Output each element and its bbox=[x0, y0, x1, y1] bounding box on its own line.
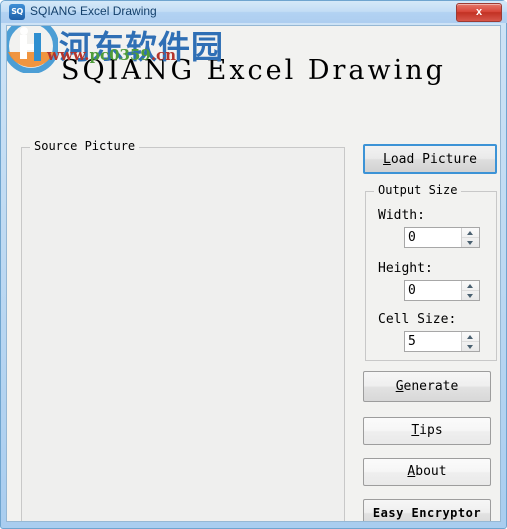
height-spin-down-button[interactable] bbox=[462, 291, 479, 300]
window-title: SQIANG Excel Drawing bbox=[30, 4, 157, 18]
chevron-up-icon bbox=[467, 335, 473, 339]
height-spin-up-button[interactable] bbox=[462, 281, 479, 291]
cell-size-input[interactable] bbox=[405, 332, 463, 351]
tips-accelerator: T bbox=[411, 423, 420, 438]
client-area: SQIANG Excel Drawing 河东软件园 www.pc0359.cn… bbox=[6, 25, 501, 522]
generate-label: enerate bbox=[403, 379, 459, 394]
source-picture-canvas[interactable] bbox=[24, 150, 342, 521]
load-picture-accelerator: L bbox=[383, 152, 391, 167]
chevron-down-icon bbox=[467, 345, 473, 349]
application-window: SQ SQIANG Excel Drawing x SQIANG Excel D… bbox=[0, 0, 507, 529]
chevron-down-icon bbox=[467, 294, 473, 298]
cell-size-spin-buttons[interactable] bbox=[461, 332, 479, 351]
cell-size-spin-up-button[interactable] bbox=[462, 332, 479, 342]
title-bar: SQ SQIANG Excel Drawing x bbox=[1, 1, 507, 23]
tips-label: ips bbox=[419, 423, 443, 438]
cell-size-label: Cell Size: bbox=[378, 312, 457, 327]
app-icon: SQ bbox=[9, 4, 25, 20]
cell-size-stepper[interactable] bbox=[404, 331, 480, 352]
width-spin-up-button[interactable] bbox=[462, 228, 479, 238]
width-spin-buttons[interactable] bbox=[461, 228, 479, 247]
chevron-down-icon bbox=[467, 241, 473, 245]
height-input[interactable] bbox=[405, 281, 463, 300]
output-size-group: Output Size Width: Height: Cell Size: bbox=[365, 183, 497, 361]
close-button[interactable]: x bbox=[456, 3, 502, 22]
height-label: Height: bbox=[378, 261, 433, 276]
load-picture-button[interactable]: Load Picture bbox=[363, 144, 497, 174]
source-picture-group: Source Picture bbox=[21, 139, 345, 521]
width-input[interactable] bbox=[405, 228, 463, 247]
width-spin-down-button[interactable] bbox=[462, 238, 479, 247]
about-button[interactable]: About bbox=[363, 458, 491, 486]
height-stepper[interactable] bbox=[404, 280, 480, 301]
chevron-up-icon bbox=[467, 284, 473, 288]
chevron-up-icon bbox=[467, 231, 473, 235]
generate-accelerator: G bbox=[395, 379, 404, 394]
height-spin-buttons[interactable] bbox=[461, 281, 479, 300]
about-label: bout bbox=[415, 464, 447, 479]
load-picture-label: oad Picture bbox=[390, 152, 477, 167]
cell-size-spin-down-button[interactable] bbox=[462, 342, 479, 351]
page-title: SQIANG Excel Drawing bbox=[61, 55, 446, 86]
width-stepper[interactable] bbox=[404, 227, 480, 248]
easy-encryptor-label: Easy Encryptor bbox=[372, 506, 482, 520]
generate-button[interactable]: Generate bbox=[363, 371, 491, 402]
width-label: Width: bbox=[378, 208, 425, 223]
tips-button[interactable]: Tips bbox=[363, 417, 491, 445]
output-size-group-label: Output Size bbox=[374, 183, 462, 197]
easy-encryptor-button[interactable]: Easy Encryptor bbox=[363, 499, 491, 521]
